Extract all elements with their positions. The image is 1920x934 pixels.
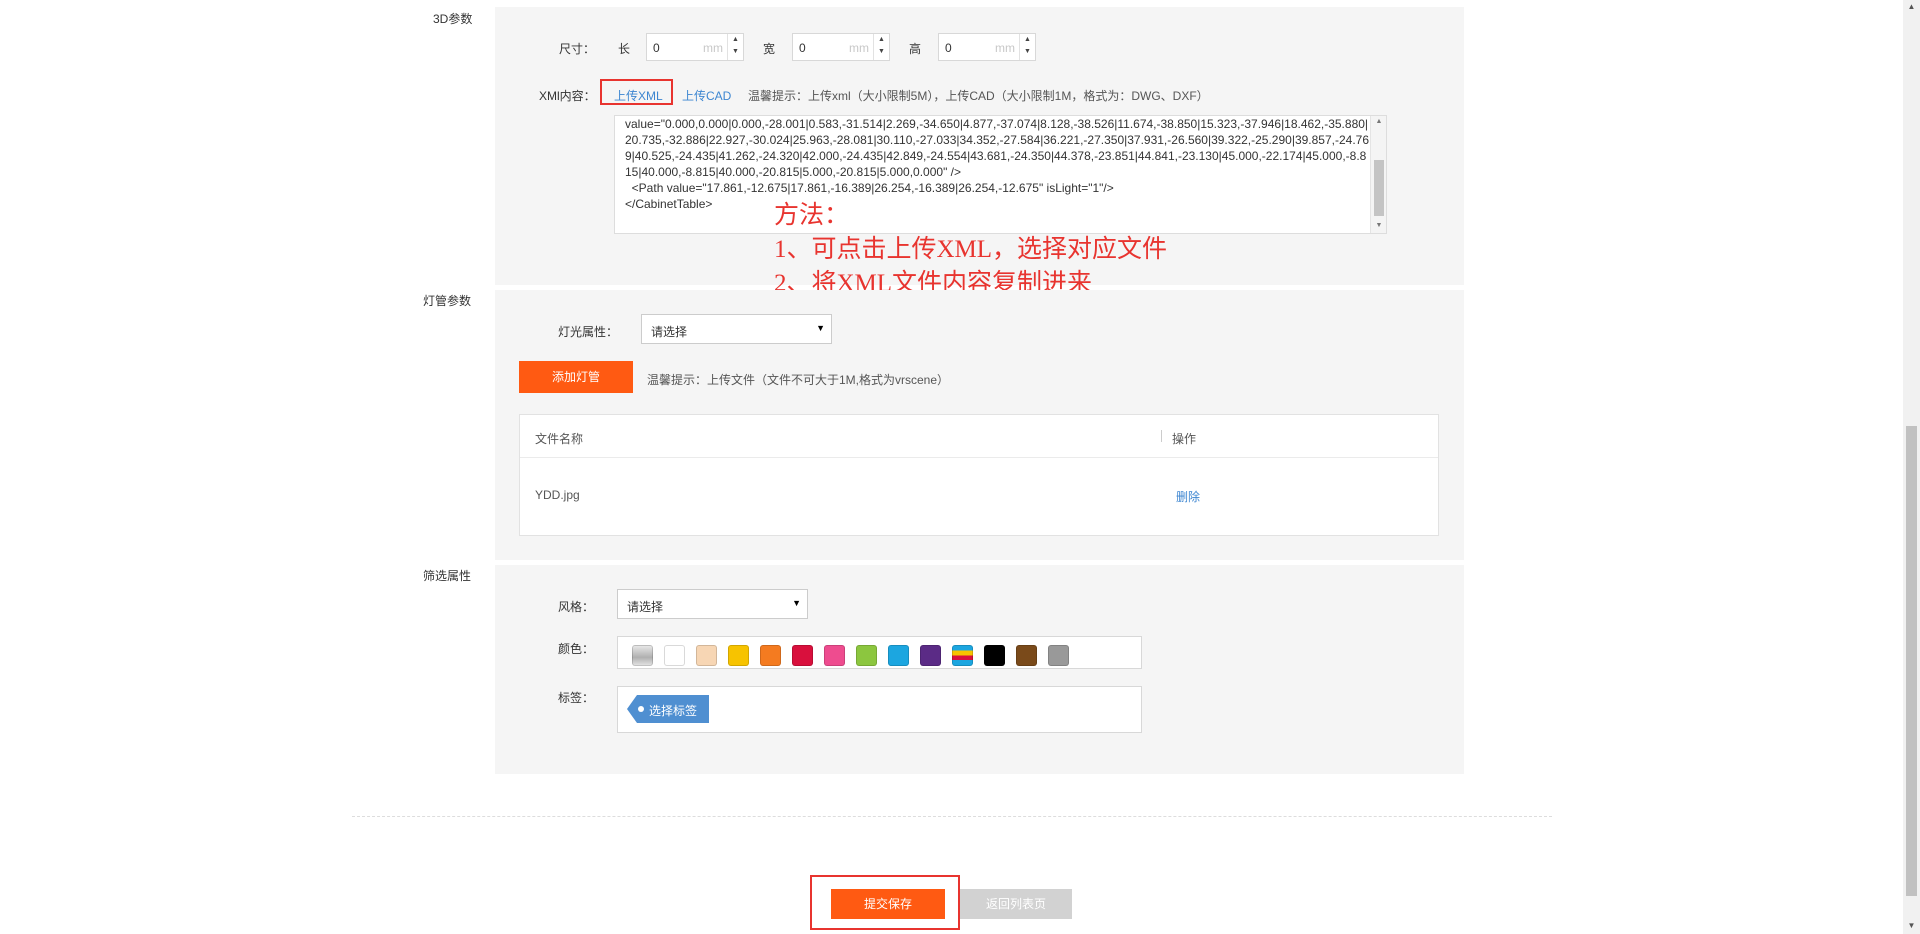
width-value: 0 — [799, 41, 806, 55]
add-lamp-button[interactable]: 添加灯管 — [519, 361, 633, 393]
page-scrollbar[interactable]: ▲ ▼ — [1903, 0, 1920, 934]
style-select[interactable]: 请选择 ▼ — [617, 589, 808, 619]
page-scroll-down-icon[interactable]: ▼ — [1903, 921, 1920, 930]
column-header-file-name: 文件名称 — [535, 432, 584, 446]
column-divider — [1161, 430, 1162, 442]
section-label-3d-params: 3D参数 — [433, 12, 473, 26]
select-tag-label: 选择标签 — [649, 704, 698, 718]
xml-content-textarea[interactable]: value="0.000,0.000|0.000,-28.001|0.583,-… — [614, 115, 1387, 234]
color-swatch[interactable] — [792, 645, 813, 666]
chevron-down-icon: ▼ — [792, 598, 801, 608]
height-unit: mm — [995, 41, 1015, 55]
light-attr-select[interactable]: 请选择 ▼ — [641, 314, 832, 344]
delete-link[interactable]: 删除 — [1176, 488, 1200, 505]
color-swatch[interactable] — [1016, 645, 1037, 666]
color-swatch[interactable] — [824, 645, 845, 666]
height-spinner[interactable]: ▲ ▼ — [1019, 34, 1035, 60]
height-label: 高 — [909, 42, 922, 56]
chevron-down-icon: ▼ — [816, 323, 825, 333]
width-unit: mm — [849, 41, 869, 55]
tag-dot-icon — [638, 706, 644, 712]
color-swatch[interactable] — [888, 645, 909, 666]
xml-label: XMl内容： — [539, 89, 596, 103]
width-label: 宽 — [763, 42, 776, 56]
page-scroll-thumb[interactable] — [1906, 426, 1917, 896]
color-swatch[interactable] — [1048, 645, 1069, 666]
length-value: 0 — [653, 41, 660, 55]
height-input[interactable]: 0 mm ▲ ▼ — [938, 33, 1036, 61]
tag-label: 标签： — [558, 691, 595, 705]
annotation-title: 方法： — [774, 202, 850, 229]
upload-cad-link[interactable]: 上传CAD — [682, 87, 731, 104]
submit-save-button[interactable]: 提交保存 — [831, 889, 945, 919]
light-attr-value: 请选择 — [651, 325, 688, 339]
section-label-filter-attrs: 筛选属性 — [423, 569, 472, 583]
column-header-action: 操作 — [1172, 432, 1197, 446]
color-swatch[interactable] — [664, 645, 685, 666]
length-spinner[interactable]: ▲ ▼ — [727, 34, 743, 60]
color-swatch[interactable] — [760, 645, 781, 666]
table-header: 文件名称 操作 — [520, 415, 1438, 458]
length-label: 长 — [618, 42, 631, 56]
tag-field: 选择标签 — [617, 686, 1142, 733]
select-tag-button[interactable]: 选择标签 — [627, 695, 709, 723]
width-spinner[interactable]: ▲ ▼ — [873, 34, 889, 60]
xml-content-text: value="0.000,0.000|0.000,-28.001|0.583,-… — [625, 117, 1369, 211]
style-label: 风格： — [558, 600, 595, 614]
color-swatch[interactable] — [696, 645, 717, 666]
width-input[interactable]: 0 mm ▲ ▼ — [792, 33, 890, 61]
page-scroll-up-icon[interactable]: ▲ — [1903, 2, 1920, 11]
lamp-upload-tip: 温馨提示：上传文件（文件不可大于1M,格式为vrscene） — [647, 373, 950, 387]
color-swatch-list — [617, 636, 1142, 669]
scroll-down-icon[interactable]: ▼ — [1371, 222, 1386, 229]
section-label-lamp-params: 灯管参数 — [423, 294, 472, 308]
xml-upload-tip: 温馨提示：上传xml（大小限制5M），上传CAD（大小限制1M，格式为：DWG、… — [748, 89, 1209, 103]
footer-divider — [352, 816, 1552, 817]
length-input[interactable]: 0 mm ▲ ▼ — [646, 33, 744, 61]
color-swatch[interactable] — [728, 645, 749, 666]
color-label: 颜色： — [558, 642, 595, 656]
file-name-cell: YDD.jpg — [535, 488, 580, 502]
xml-scroll-thumb[interactable] — [1374, 160, 1384, 216]
color-swatch[interactable] — [632, 645, 653, 666]
upload-xml-highlight-frame — [600, 79, 673, 105]
color-swatch[interactable] — [952, 645, 973, 666]
size-label: 尺寸： — [559, 42, 596, 56]
color-swatch[interactable] — [920, 645, 941, 666]
annotation-step-1: 1、可点击上传XML，选择对应文件 — [774, 236, 1168, 263]
scroll-up-icon[interactable]: ▲ — [1371, 118, 1386, 125]
length-unit: mm — [703, 41, 723, 55]
light-attr-label: 灯光属性： — [558, 325, 619, 339]
style-value: 请选择 — [627, 600, 664, 614]
xml-scrollbar[interactable]: ▲ ▼ — [1370, 116, 1386, 233]
back-to-list-button[interactable]: 返回列表页 — [960, 889, 1072, 919]
color-swatch[interactable] — [984, 645, 1005, 666]
color-swatch[interactable] — [856, 645, 877, 666]
lamp-file-table: 文件名称 操作 YDD.jpg 删除 — [519, 414, 1439, 536]
height-value: 0 — [945, 41, 952, 55]
